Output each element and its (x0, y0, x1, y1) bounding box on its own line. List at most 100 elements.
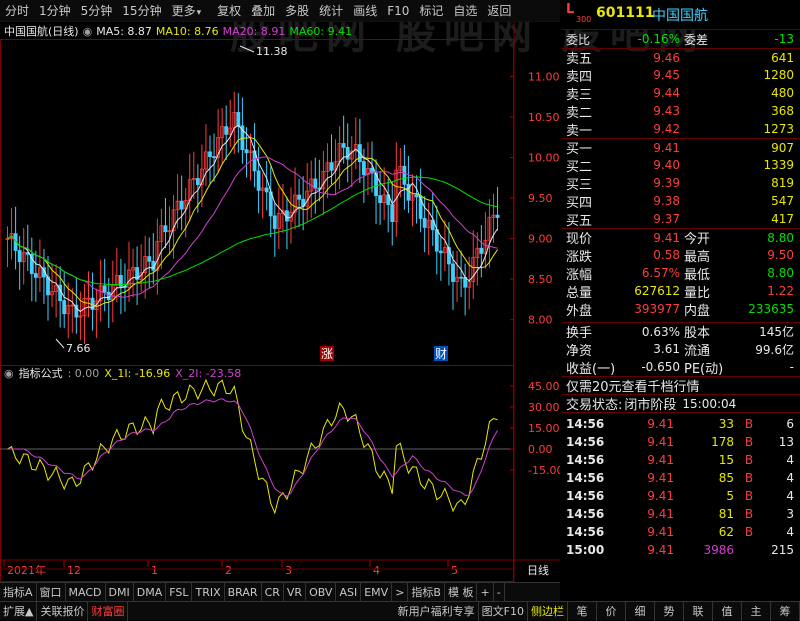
stock-code[interactable]: 601111 (596, 5, 654, 21)
indicator-tab-3[interactable]: DMI (106, 582, 134, 602)
candle-body (33, 273, 38, 278)
promo-text[interactable]: 仅需20元查看千档行情 (562, 376, 700, 395)
tick-price-4: 9.41 (647, 489, 674, 503)
indicator-tab-9[interactable]: VR (284, 582, 307, 602)
indicator-tab-16[interactable]: + (477, 582, 494, 602)
candle-body (212, 156, 216, 159)
indicator-tab-5[interactable]: FSL (166, 582, 193, 602)
status-left-0[interactable]: 扩展▲ (0, 601, 38, 621)
stats-value1-3: 627612 (634, 284, 680, 298)
high-price-label: 11.38 (256, 45, 288, 58)
indicator-tab-13[interactable]: > (392, 582, 409, 602)
asks-label-3: 卖二 (566, 105, 593, 121)
tick-count-5: 3 (786, 507, 794, 521)
tick-dir-2: B (744, 453, 754, 467)
asks-vol-1: 1280 (763, 68, 794, 82)
promo-row[interactable]: 仅需20元查看千档行情 (562, 376, 800, 395)
bids-price-2: 9.39 (653, 176, 680, 190)
toolbar-item-9[interactable]: 画线 (348, 0, 382, 22)
status-mid-0[interactable]: 新用户福利专享 (395, 601, 479, 621)
indicator-tab-11[interactable]: ASI (336, 582, 362, 602)
stock-mark: L (566, 2, 575, 17)
indicator-values: : 0.00 X_1I: -16.96 X_2I: -23.58 (68, 367, 242, 380)
stats2-row-2: 收益(一) -0.650 PE(动) - (562, 358, 800, 377)
indicator-tab-2[interactable]: MACD (66, 582, 106, 602)
toolbar-item-10[interactable]: F10 (382, 0, 414, 22)
toolbar-item-5[interactable]: 复权 (212, 0, 246, 22)
tick-price-0: 9.41 (647, 417, 674, 431)
tick-price-5: 9.41 (647, 507, 674, 521)
indicator-tabs: 指标A 窗口 MACD DMI DMA FSL TRIX BRAR CR VR OBV ASI EMV >… (0, 582, 560, 602)
kline-chart[interactable]: 11.0010.5010.009.509.008.508.0045.0030.0… (0, 22, 560, 582)
toolbar-item-13[interactable]: 返回 (482, 0, 516, 22)
toolbar-item-1[interactable]: 1分钟 (34, 0, 76, 22)
indicator-tab-4[interactable]: DMA (134, 582, 167, 602)
status-right-3[interactable]: 势 (655, 601, 684, 621)
indicator-tab-17[interactable]: - (494, 582, 505, 602)
period-toolbar: 分时1分钟5分钟15分钟更多复权叠加多股统计画线F10标记自选返回 (0, 0, 560, 22)
candle-body (341, 143, 346, 148)
tick-row-5: 14:56 9.41 81 B 3 (562, 505, 800, 523)
toolbar-item-7[interactable]: 多股 (280, 0, 314, 22)
price-tick-2: 10.00 (528, 152, 560, 165)
status-time: 15:00:04 (682, 396, 737, 411)
indicator-tab-6[interactable]: TRIX (192, 582, 225, 602)
bids-vol-3: 547 (771, 194, 794, 208)
status-right-1[interactable]: 价 (597, 601, 626, 621)
toolbar-item-6[interactable]: 叠加 (246, 0, 280, 22)
status-right-6[interactable]: 主 (742, 601, 771, 621)
asks-row-3: 卖二 9.43 368 (562, 102, 800, 121)
toolbar-item-3[interactable]: 15分钟 (117, 0, 166, 22)
status-mid-1[interactable]: 图文F10 (479, 601, 528, 621)
status-right-7[interactable]: 筹 (771, 601, 800, 621)
candle-body (422, 218, 427, 228)
tick-row-6: 14:56 9.41 62 B 4 (562, 523, 800, 541)
tick-vol-1: 178 (711, 435, 734, 449)
toolbar-item-4[interactable]: 更多 (167, 0, 207, 22)
status-right-4[interactable]: 联 (684, 601, 713, 621)
status-left-1[interactable]: 关联报价 (37, 601, 89, 621)
indicator-title-bar: ◉ 指标公式 : 0.00 X_1I: -16.96 X_2I: -23.58 (4, 365, 241, 381)
indicator-tab-8[interactable]: CR (262, 582, 284, 602)
indicator-tab-7[interactable]: BRAR (225, 582, 262, 602)
tick-time-4: 14:56 (566, 489, 605, 503)
status-label: 交易状态: (566, 398, 623, 413)
status-right-5[interactable]: 值 (713, 601, 742, 621)
status-mid-2[interactable]: 侧边栏 (528, 601, 568, 621)
indicator-tab-0[interactable]: 指标A (0, 582, 37, 602)
asks-row-1: 卖四 9.45 1280 (562, 66, 800, 85)
candle-body (329, 162, 334, 171)
indicator-tab-12[interactable]: EMV (361, 582, 393, 602)
tick-count-0: 6 (786, 417, 794, 431)
indicator-name[interactable]: 指标公式 (19, 365, 63, 381)
quote-panel: 委比 -0.16% 委差 -13 卖五 9.46 641 卖四 9.45 1280 卖三 9.44 48… (562, 30, 800, 559)
toolbar-item-11[interactable]: 标记 (414, 0, 448, 22)
indicator-tab-14[interactable]: 指标B (408, 582, 445, 602)
stats-label1-4: 外盘 (566, 303, 593, 319)
tick-price-2: 9.41 (647, 453, 674, 467)
candle-body (256, 170, 261, 191)
bids-vol-0: 907 (771, 140, 794, 155)
stats-value1-4: 393977 (634, 302, 680, 316)
indicator-menu-icon[interactable]: ◉ (4, 367, 14, 380)
bids-row-3: 买四 9.38 547 (562, 192, 800, 211)
tick-time-5: 14:56 (566, 507, 605, 521)
status-right-2[interactable]: 细 (626, 601, 655, 621)
tick-price-1: 9.41 (647, 435, 674, 449)
indicator-tab-10[interactable]: OBV (306, 582, 337, 602)
candle-body (62, 300, 67, 315)
bids-label-0: 买一 (566, 142, 593, 157)
status-right-0[interactable]: 笔 (568, 601, 597, 621)
toolbar-item-2[interactable]: 5分钟 (76, 0, 118, 22)
status-left-2[interactable]: 财富圈 (88, 601, 129, 621)
ma60-line (7, 176, 498, 286)
stats-row-2: 涨幅 6.57% 最低 8.80 (562, 264, 800, 283)
low-price-label: 7.66 (66, 342, 91, 355)
toolbar-item-12[interactable]: 自选 (448, 0, 482, 22)
indicator-tab-1[interactable]: 窗口 (37, 582, 66, 602)
toolbar-item-8[interactable]: 统计 (314, 0, 348, 22)
stock-name[interactable]: 中国国航 (652, 5, 708, 25)
indicator-tab-15[interactable]: 模 板 (445, 582, 478, 602)
stats2-value1-2: -0.650 (641, 360, 680, 374)
toolbar-item-0[interactable]: 分时 (0, 0, 34, 22)
